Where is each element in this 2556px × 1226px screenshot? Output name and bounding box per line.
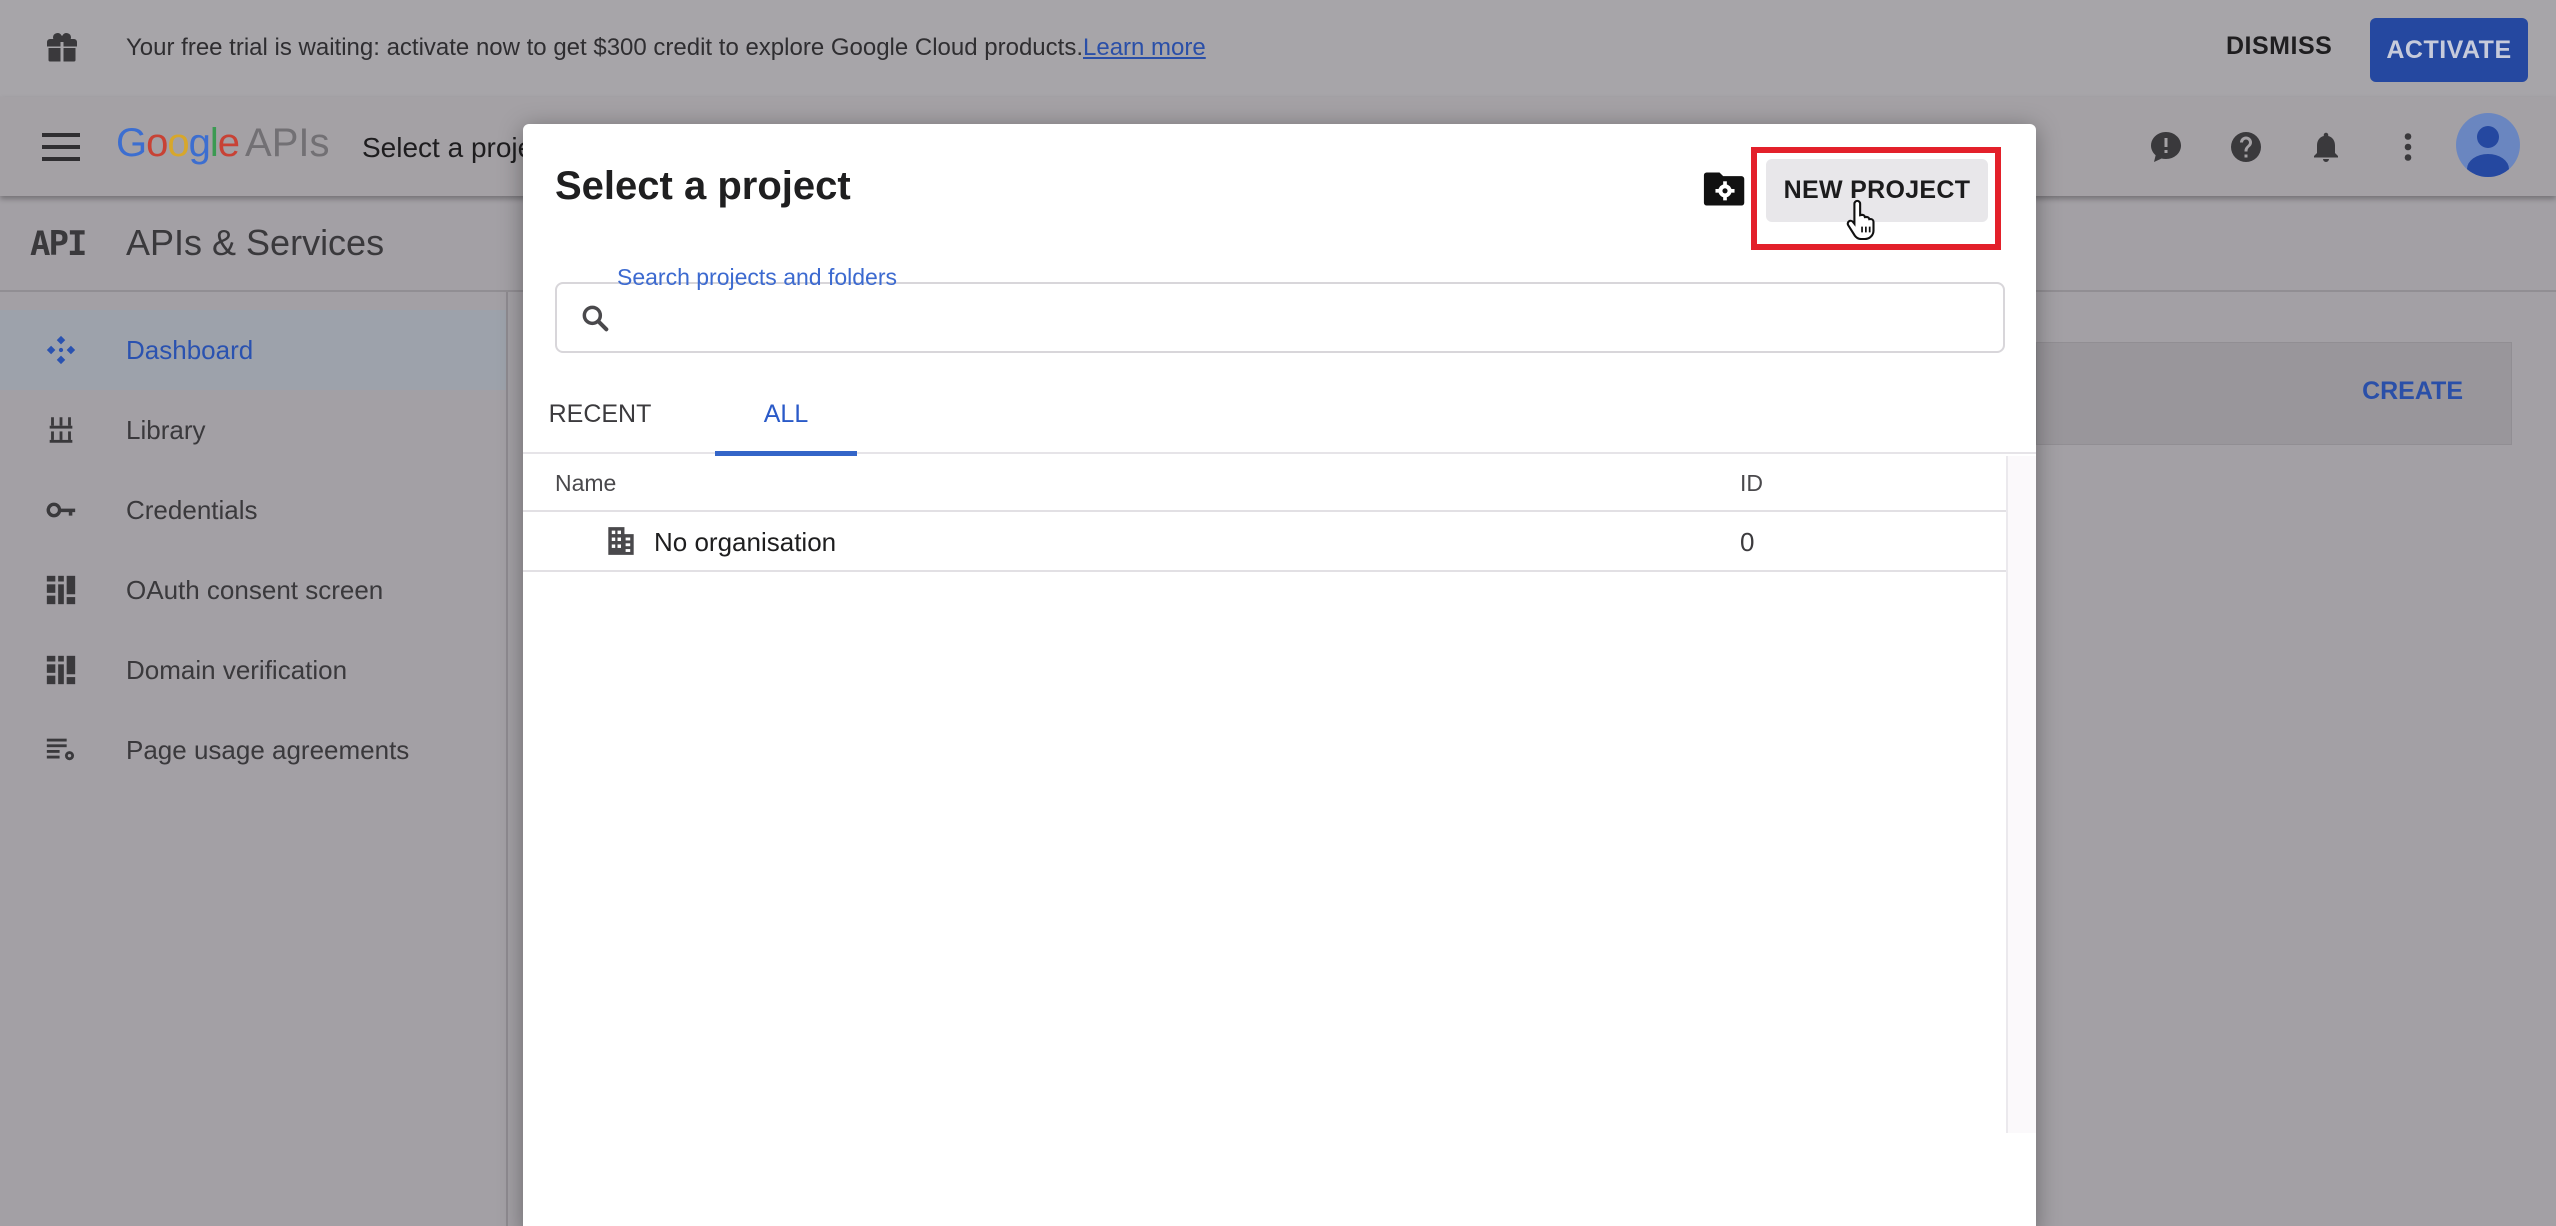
search-input[interactable] [627, 294, 1987, 342]
settings-list-icon [46, 738, 75, 761]
sidebar-item-label: OAuth consent screen [126, 574, 384, 605]
tab-all[interactable]: ALL [715, 374, 857, 456]
logo-letter: o [167, 121, 189, 165]
column-header-id[interactable]: ID [1740, 470, 1763, 497]
row-id: 0 [1740, 527, 1755, 557]
scrollbar[interactable] [2006, 456, 2036, 1133]
background-card: CREATE [2036, 342, 2512, 445]
sidebar-item-label: Domain verification [126, 654, 348, 685]
sidebar-item-label: Library [126, 414, 206, 445]
oauth-icon [46, 575, 76, 605]
dialog-title: Select a project [555, 164, 851, 208]
sidebar-item-label: Page usage agreements [126, 734, 410, 765]
more-vert-icon[interactable] [2390, 129, 2426, 165]
person-icon [2467, 126, 2509, 177]
dismiss-button[interactable]: DISMISS [2226, 32, 2332, 61]
google-apis-logo[interactable]: Google APIs [116, 121, 330, 166]
create-button[interactable]: CREATE [2362, 377, 2463, 406]
logo-letter: e [217, 121, 240, 165]
sidebar-item-page-usage-agreements[interactable]: Page usage agreements [0, 710, 506, 790]
row-name: No organisation [654, 527, 837, 557]
section-title: APIs & Services [126, 222, 385, 263]
banner-text: Your free trial is waiting: activate now… [126, 34, 1083, 61]
notifications-icon[interactable] [2308, 129, 2344, 165]
logo-letter: o [146, 121, 168, 165]
search-icon [582, 305, 609, 332]
gift-icon [47, 33, 77, 62]
sidebar-item-label: Dashboard [126, 334, 254, 365]
feedback-icon[interactable] [2148, 129, 2184, 165]
project-tabs: RECENT ALL [523, 374, 2036, 456]
tab-recent[interactable]: RECENT [535, 374, 665, 454]
folder-settings-icon[interactable] [1703, 170, 1747, 208]
search-field[interactable]: Search projects and folders [555, 264, 2005, 353]
column-header-name[interactable]: Name [555, 470, 616, 497]
learn-more-link[interactable]: Learn more [1083, 34, 1206, 61]
organization-icon [608, 527, 634, 555]
help-icon[interactable] [2228, 129, 2264, 165]
account-avatar[interactable] [2456, 113, 2520, 177]
logo-letter: G [116, 121, 147, 165]
hamburger-menu-icon[interactable] [42, 133, 80, 161]
sidebar-item-library[interactable]: Library [0, 390, 506, 470]
dashboard-icon [46, 335, 76, 365]
free-trial-banner: Your free trial is waiting: activate now… [0, 0, 2556, 97]
select-project-dialog: Select a project NEW PROJECT Search proj… [523, 124, 2036, 1226]
search-label: Search projects and folders [617, 264, 897, 290]
api-badge-icon: API [30, 224, 87, 264]
project-selector[interactable]: Select a proje [362, 132, 533, 164]
sidebar-item-credentials[interactable]: Credentials [0, 470, 506, 550]
sidebar-nav: Dashboard Library Credentials OAuth cons… [0, 292, 508, 1226]
logo-suffix: APIs [245, 121, 330, 165]
new-project-button[interactable]: NEW PROJECT [1766, 159, 1988, 222]
domain-verification-icon [46, 655, 76, 685]
banner-message: Your free trial is waiting: activate now… [126, 34, 1206, 62]
sidebar-item-domain-verification[interactable]: Domain verification [0, 630, 506, 710]
library-icon [49, 417, 73, 443]
table-row[interactable]: No organisation 0 [523, 512, 2007, 572]
sidebar-item-dashboard[interactable]: Dashboard [0, 310, 506, 390]
logo-letter: g [188, 121, 211, 165]
sidebar-item-label: Credentials [126, 494, 258, 525]
activate-button[interactable]: ACTIVATE [2370, 18, 2528, 82]
key-icon [46, 502, 76, 518]
sidebar-item-oauth-consent[interactable]: OAuth consent screen [0, 550, 506, 630]
projects-table: Name ID No organisation 0 [523, 454, 2007, 572]
logo-letter: l [209, 121, 219, 165]
table-header: Name ID [523, 454, 2007, 512]
